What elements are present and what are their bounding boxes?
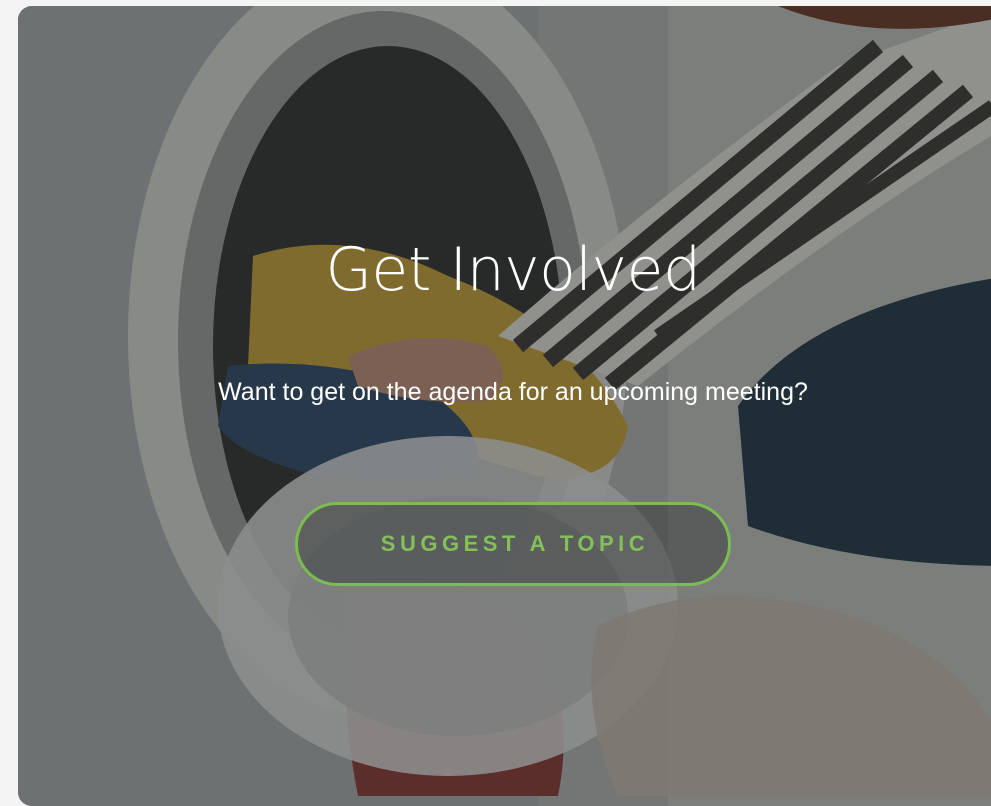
section-title: Get Involved — [325, 235, 701, 305]
section-subtitle: Want to get on the agenda for an upcomin… — [218, 378, 808, 406]
get-involved-card: Get Involved Want to get on the agenda f… — [18, 6, 991, 806]
suggest-topic-button[interactable]: SUGGEST A TOPIC — [295, 502, 731, 586]
hero-content: Get Involved Want to get on the agenda f… — [18, 6, 991, 789]
